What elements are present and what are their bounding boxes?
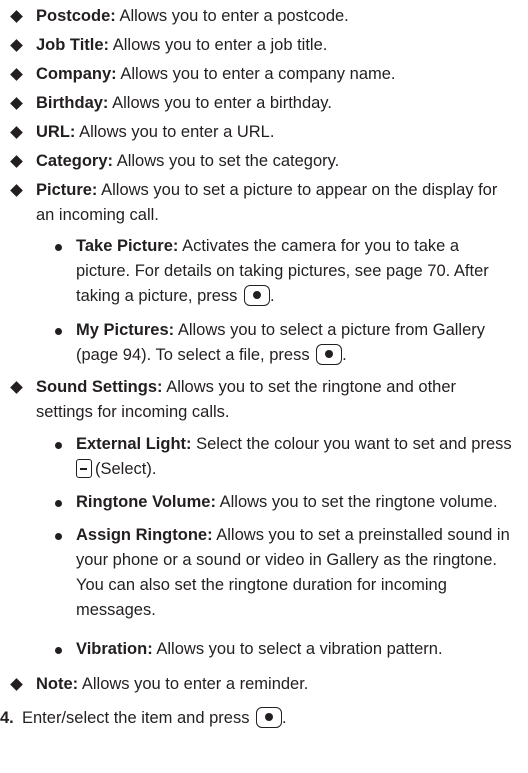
round-bullet-icon [55,533,62,540]
item-text: Allows you to set the category. [116,152,340,170]
sub-item-title: Assign Ringtone: [76,526,213,544]
round-bullet-icon [55,500,62,507]
item-title: Category: [36,152,114,170]
sub-item-title: Take Picture: [76,237,179,255]
item-title: Company: [36,65,117,83]
item-text: Allows you to enter a company name. [120,65,396,83]
item-text: Allows you to enter a reminder. [81,675,309,693]
item-title: Sound Settings: [36,378,163,396]
round-bullet-icon [55,244,62,251]
manual-page: Postcode: Allows you to enter a postcode… [0,0,528,773]
diamond-bullet-icon [10,381,23,394]
sub-item-text: Select the colour you want to set and pr… [196,435,512,453]
diamond-bullet-icon [10,97,23,110]
item-title: Note: [36,675,79,693]
diamond-bullet-icon [10,678,23,691]
item-text: Allows you to enter a URL. [79,123,275,141]
center-select-key-icon [244,285,271,306]
sub-item-text: Allows you to set the ringtone volume. [219,493,498,511]
sub-item-tail: (Select). [95,460,157,478]
sub-item-title: My Pictures: [76,321,175,339]
item-title: URL: [36,123,76,141]
item-text: Allows you to enter a birthday. [112,94,332,112]
sub-item-text: Allows you to select a vibration pattern… [156,640,443,658]
sub-item-title: Ringtone Volume: [76,493,216,511]
diamond-bullet-icon [10,184,23,197]
item-text: Allows you to set a picture to appear on… [36,181,498,224]
left-softkey-icon [76,459,92,478]
diamond-bullet-icon [10,155,23,168]
sub-item-title: Vibration: [76,640,153,658]
item-title: Picture: [36,181,98,199]
item-title: Postcode: [36,7,116,25]
diamond-bullet-icon [10,126,23,139]
diamond-bullet-icon [10,10,23,23]
diamond-bullet-icon [10,39,23,52]
round-bullet-icon [55,442,62,449]
center-select-key-icon [316,344,343,365]
step-number: 4. [0,709,14,727]
step-text: Enter/select the item and press [22,709,250,727]
diamond-bullet-icon [10,68,23,81]
sub-item-title: External Light: [76,435,192,453]
item-text: Allows you to enter a job title. [112,36,328,54]
round-bullet-icon [55,647,62,654]
item-title: Job Title: [36,36,110,54]
center-select-key-icon [256,707,283,728]
item-title: Birthday: [36,94,109,112]
round-bullet-icon [55,328,62,335]
item-text: Allows you to enter a postcode. [119,7,349,25]
